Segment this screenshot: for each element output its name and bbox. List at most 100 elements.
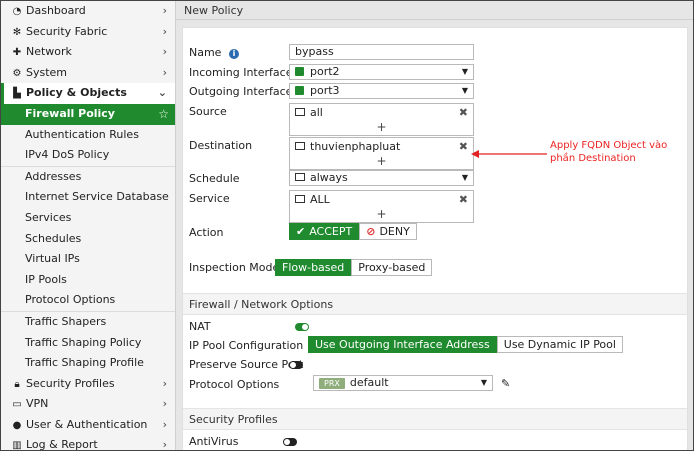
- schedule-label: Schedule: [189, 172, 240, 185]
- sidebar-item-user-authentication[interactable]: ● User & Authentication ›: [1, 415, 175, 436]
- add-service-button[interactable]: +: [290, 208, 473, 222]
- sidebar-item-internet-service-database[interactable]: Internet Service Database: [1, 187, 175, 208]
- edit-pencil-icon[interactable]: ✎: [501, 377, 510, 390]
- sidebar-item-label: Addresses: [25, 169, 82, 183]
- page-title: New Policy: [176, 1, 693, 20]
- chevron-right-icon: ›: [162, 45, 167, 59]
- schedule-select[interactable]: always ▼: [289, 170, 474, 186]
- preserve-source-port-label: Preserve Source Port: [189, 358, 304, 371]
- sidebar-item-security-profiles[interactable]: 🔒︎ Security Profiles ›: [1, 374, 175, 395]
- sidebar-item-label: Protocol Options: [25, 293, 116, 307]
- vpn-icon: ▭: [12, 399, 22, 411]
- sidebar-item-label: Dashboard: [26, 4, 86, 17]
- caret-down-icon: ▼: [461, 67, 468, 76]
- sidebar-item-firewall-policy[interactable]: Firewall Policy ☆: [1, 103, 175, 125]
- sidebar-item-label: Log & Report: [26, 438, 98, 451]
- security-profiles-heading: Security Profiles: [183, 408, 687, 430]
- network-icon: ✚: [12, 47, 22, 59]
- sidebar-item-security-fabric[interactable]: ✻ Security Fabric ›: [1, 22, 175, 43]
- service-value: ALL: [310, 193, 330, 206]
- sidebar-item-dashboard[interactable]: ◔ Dashboard ›: [1, 1, 175, 22]
- protocol-options-label: Protocol Options: [189, 378, 280, 391]
- sidebar-item-ipv4-dos-policy[interactable]: IPv4 DoS Policy: [1, 145, 175, 166]
- destination-field[interactable]: thuvienphapluat ✖ +: [289, 137, 474, 170]
- sidebar-item-label: Traffic Shapers: [25, 314, 107, 328]
- antivirus-toggle[interactable]: [283, 438, 297, 446]
- inspection-mode-toggle-group: Flow-based Proxy-based: [275, 259, 433, 276]
- sidebar-item-traffic-shaping-policy[interactable]: Traffic Shaping Policy: [1, 333, 175, 354]
- service-field[interactable]: ALL ✖ +: [289, 190, 474, 223]
- sidebar-item-log-report[interactable]: ▥ Log & Report ›: [1, 435, 175, 451]
- outgoing-interface-value: port3: [310, 84, 340, 97]
- ip-pool-config-label: IP Pool Configuration: [189, 339, 304, 352]
- chevron-right-icon: ›: [162, 438, 167, 451]
- name-input[interactable]: bypass: [289, 44, 474, 60]
- firewall-network-options-heading: Firewall / Network Options: [183, 293, 687, 315]
- proxy-based-button[interactable]: Proxy-based: [351, 259, 433, 276]
- chevron-right-icon: ›: [162, 4, 167, 17]
- sidebar-item-label: Schedules: [25, 231, 82, 245]
- schedule-value: always: [310, 171, 348, 184]
- sidebar-item-label: Firewall Policy: [25, 106, 115, 120]
- chart-icon: ▥: [12, 440, 22, 451]
- sidebar-item-protocol-options[interactable]: Protocol Options: [1, 290, 175, 311]
- policy-form: Name i bypass Incoming Interface port2 ▼…: [182, 27, 688, 450]
- sidebar-item-schedules[interactable]: Schedules: [1, 229, 175, 250]
- dashboard-icon: ◔: [12, 6, 22, 17]
- sidebar-item-label: Traffic Shaping Policy: [25, 335, 142, 349]
- sidebar-item-network[interactable]: ✚ Network ›: [1, 42, 175, 63]
- sidebar-item-label: Network: [26, 45, 72, 59]
- flow-based-button[interactable]: Flow-based: [275, 259, 352, 276]
- add-source-button[interactable]: +: [290, 121, 473, 135]
- preserve-source-port-toggle[interactable]: [289, 361, 303, 369]
- sidebar-item-label: Virtual IPs: [25, 252, 80, 266]
- sidebar-item-label: IPv4 DoS Policy: [25, 148, 110, 162]
- remove-icon[interactable]: ✖: [459, 104, 468, 121]
- action-toggle-group: ✔ ACCEPT ⊘ DENY: [289, 223, 417, 240]
- outgoing-interface-select[interactable]: port3 ▼: [289, 83, 474, 99]
- chevron-right-icon: ›: [162, 65, 167, 79]
- sidebar-item-policy-objects[interactable]: ▙ Policy & Objects ⌄: [1, 83, 175, 104]
- protocol-options-select[interactable]: PRX default ▼: [313, 375, 493, 391]
- sidebar-item-traffic-shaping-profile[interactable]: Traffic Shaping Profile: [1, 353, 175, 374]
- sidebar-item-services[interactable]: Services: [1, 208, 175, 229]
- info-icon[interactable]: i: [228, 49, 239, 59]
- annotation-line-2: phần Destination: [550, 153, 636, 164]
- accept-label: ACCEPT: [309, 225, 353, 238]
- ip-pool-toggle-group: Use Outgoing Interface Address Use Dynam…: [308, 336, 623, 353]
- antivirus-label: AntiVirus: [189, 435, 239, 448]
- sidebar-item-system[interactable]: ⚙ System ›: [1, 63, 175, 84]
- sidebar-item-vpn[interactable]: ▭ VPN ›: [1, 394, 175, 415]
- use-outgoing-interface-button[interactable]: Use Outgoing Interface Address: [308, 336, 497, 353]
- app-window: ◔ Dashboard › ✻ Security Fabric › ✚ Network…: [0, 0, 694, 451]
- use-dynamic-ip-pool-button[interactable]: Use Dynamic IP Pool: [496, 336, 623, 353]
- nat-toggle[interactable]: [295, 323, 309, 331]
- sidebar-item-traffic-shapers[interactable]: Traffic Shapers: [1, 312, 175, 333]
- sidebar-item-addresses[interactable]: Addresses: [1, 167, 175, 188]
- sidebar-item-virtual-ips[interactable]: Virtual IPs: [1, 249, 175, 270]
- source-field[interactable]: all ✖ +: [289, 103, 474, 136]
- chevron-down-icon: ⌄: [157, 86, 167, 100]
- sidebar-item-label: Security Fabric: [26, 24, 108, 38]
- prx-badge: PRX: [319, 378, 345, 389]
- remove-icon[interactable]: ✖: [459, 191, 468, 208]
- sidebar-item-label: Authentication Rules: [25, 127, 139, 141]
- incoming-interface-select[interactable]: port2 ▼: [289, 64, 474, 80]
- interface-icon: [295, 67, 304, 76]
- deny-icon: ⊘: [366, 225, 376, 238]
- remove-icon[interactable]: ✖: [459, 138, 468, 155]
- source-entry: all ✖: [290, 104, 473, 121]
- sidebar-item-authentication-rules[interactable]: Authentication Rules: [1, 125, 175, 146]
- nat-label: NAT: [189, 320, 211, 333]
- sidebar-item-ip-pools[interactable]: IP Pools: [1, 270, 175, 291]
- sidebar-item-label: Services: [25, 210, 72, 224]
- source-label: Source: [189, 105, 227, 118]
- accept-button[interactable]: ✔ ACCEPT: [289, 223, 360, 240]
- star-icon[interactable]: ☆: [158, 104, 169, 125]
- address-icon: [295, 142, 305, 150]
- sidebar-item-label: Policy & Objects: [26, 86, 127, 100]
- sidebar-item-label: VPN: [26, 397, 49, 411]
- deny-button[interactable]: ⊘ DENY: [359, 223, 417, 240]
- add-destination-button[interactable]: +: [290, 155, 473, 169]
- name-label-text: Name: [189, 46, 222, 59]
